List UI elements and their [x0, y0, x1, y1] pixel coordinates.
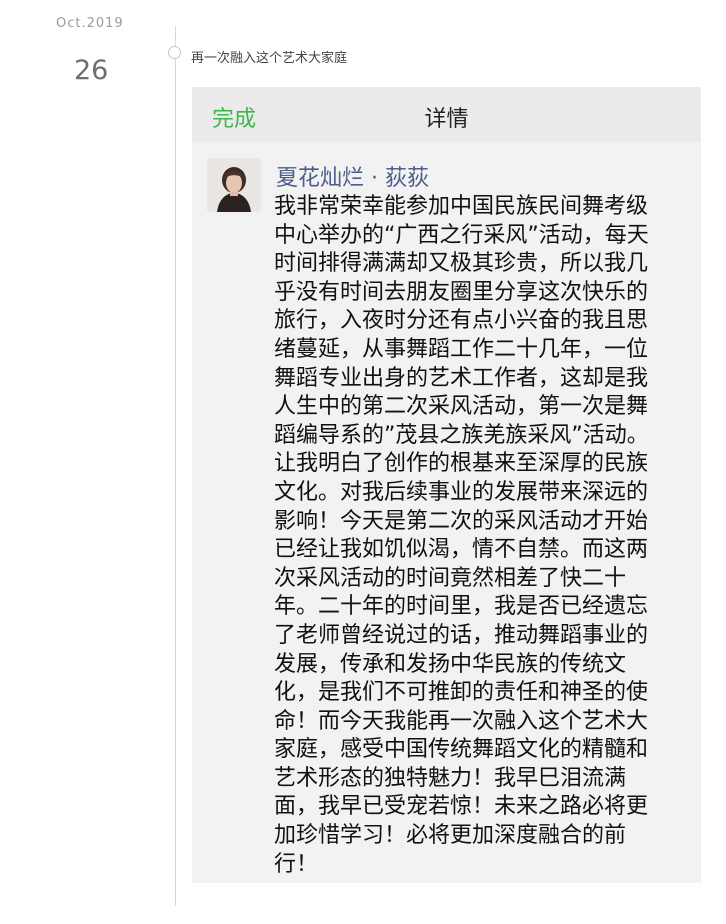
post-line: 面，我早已受宠若惊！未来之路必将更 [274, 794, 649, 820]
poster-name[interactable]: 夏花灿烂 · 荻荻 [276, 160, 429, 192]
post-line: 影响！今天是第二次的采风活动才开始 [274, 508, 649, 534]
post-line: 时间排得满满却又极其珍贵，所以我几 [274, 251, 649, 277]
entry-title[interactable]: 再一次融入这个艺术大家庭 [191, 47, 347, 66]
timeline-date-month: Oct.2019 [56, 16, 124, 31]
post-line: 文化。对我后续事业的发展带来深远的 [274, 479, 649, 505]
post-line: 了老师曾经说过的话，推动舞蹈事业的 [274, 622, 649, 648]
post-line: 发展，传承和发扬中华民族的传统文 [274, 651, 627, 677]
timeline-node-icon [168, 46, 181, 59]
post-line: 舞蹈专业出身的艺术工作者，这却是我 [274, 365, 649, 391]
navbar-title: 详情 [424, 107, 469, 132]
post-line: 已经让我如饥似渴，情不自禁。而这两 [274, 537, 649, 563]
post-line: 我非常荣幸能参加中国民族民间舞考级 [274, 194, 649, 219]
timeline-line [175, 26, 176, 906]
post-body: 我非常荣幸能参加中国民族民间舞考级 中心举办的“广西之行采风”活动，每天 时间排… [274, 193, 682, 879]
post-line: 让我明白了创作的根基来至深厚的民族 [274, 451, 649, 477]
post-line: 年。二十年的时间里，我是否已经遗忘 [274, 594, 649, 620]
post-line: 绪蔓延，从事舞蹈工作二十几年，一位 [274, 336, 649, 362]
avatar[interactable] [207, 158, 261, 212]
post-line: 人生中的第二次采风活动，第一次是舞 [274, 394, 649, 420]
post-line: 乎没有时间去朋友圈里分享这次快乐的 [274, 279, 649, 305]
post-line: 化，是我们不可推卸的责任和神圣的使 [274, 680, 649, 706]
timeline-date-day: 26 [74, 55, 109, 86]
post-line: 家庭，感受中国传统舞蹈文化的精髓和 [274, 737, 649, 763]
post-line: 蹈编导系的”茂县之族羌族采风”活动。 [274, 422, 649, 448]
detail-navbar: 完成 详情 [192, 87, 701, 142]
post-line: 中心举办的“广西之行采风”活动，每天 [274, 222, 649, 248]
post-line: 加珍惜学习！必将更加深度融合的前 [274, 823, 627, 849]
post-line: 旅行，入夜时分还有点小兴奋的我且思 [274, 308, 649, 334]
post-line: 命！而今天我能再一次融入这个艺术大 [274, 708, 649, 734]
avatar-portrait-icon [207, 158, 261, 212]
post-line: 艺术形态的独特魅力！我早巳泪流满 [274, 765, 627, 791]
post-screenshot: 完成 详情 夏花灿烂 · 荻荻 我非常荣幸能参加中国民族民间舞考级 中心举办的“… [192, 87, 701, 883]
post-line: 次采风活动的时间竟然相差了快二十 [274, 565, 627, 591]
post-line: 行！ [274, 851, 319, 877]
